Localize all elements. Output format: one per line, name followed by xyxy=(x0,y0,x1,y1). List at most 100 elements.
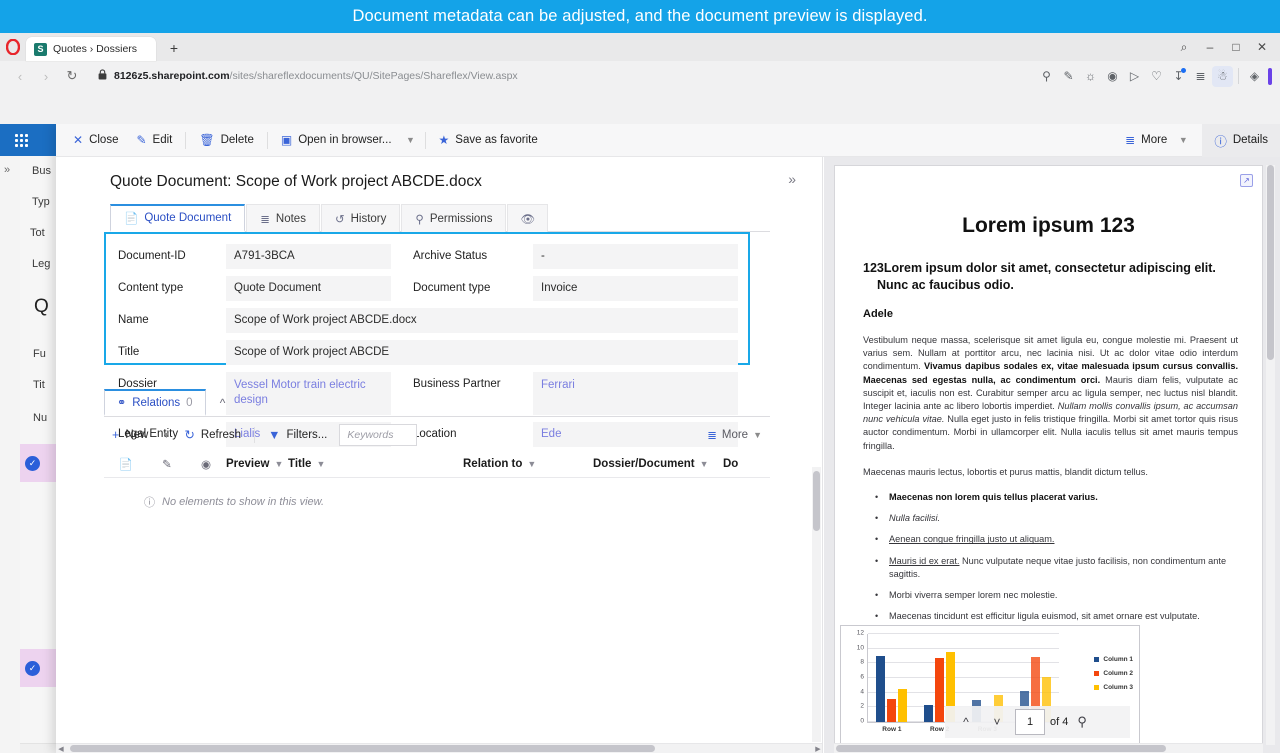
minimize-button[interactable]: – xyxy=(1198,36,1222,58)
selected-check-icon-2: ✓ xyxy=(25,661,40,676)
close-window-button[interactable]: ✕ xyxy=(1250,36,1274,58)
dossier-value[interactable]: Vessel Motor train electric design xyxy=(226,372,391,415)
details-toggle-button[interactable]: ⓘ Details xyxy=(1202,124,1280,157)
shield-icon[interactable]: ◉ xyxy=(1102,66,1123,87)
column-preview[interactable]: Preview ▼ xyxy=(226,458,288,470)
background-label-0: Bus xyxy=(32,165,51,177)
column-relation-to-label: Relation to xyxy=(463,457,523,470)
browser-tabstrip: S Quotes › Dossiers + ⌕ – □ ✕ xyxy=(0,33,1280,61)
form-hscrollbar[interactable]: ◀ ▶ xyxy=(56,743,822,753)
browser-window: S Quotes › Dossiers + ⌕ – □ ✕ ‹ › ↻ 8126… xyxy=(0,33,1280,753)
new-relation-caret-icon[interactable]: ▼ xyxy=(156,423,176,447)
save-as-favorite-command[interactable]: ★ Save as favorite xyxy=(430,128,547,153)
open-in-browser-caret-icon[interactable]: ▼ xyxy=(401,128,421,153)
tab-relations[interactable]: ⚭ Relations 0 xyxy=(104,389,206,416)
browser-tab[interactable]: S Quotes › Dossiers xyxy=(26,37,156,61)
zoom-in-icon[interactable]: ⚲ xyxy=(1077,714,1087,730)
maximize-button[interactable]: □ xyxy=(1224,36,1248,58)
refresh-button[interactable]: ↻ Refresh xyxy=(176,423,249,447)
legend-swatch-0 xyxy=(1094,657,1100,662)
window-controls: ⌕ – □ ✕ xyxy=(1172,36,1274,58)
name-value[interactable]: Scope of Work project ABCDE.docx xyxy=(226,308,738,333)
delete-command[interactable]: 🗑 Delete xyxy=(190,128,262,153)
background-label-6: Nu xyxy=(33,412,48,424)
preview-subheading: 123Lorem ipsum dolor sit amet, consectet… xyxy=(863,261,1216,292)
search-icon[interactable]: ⚲ xyxy=(1036,66,1057,87)
expand-rail-icon[interactable]: » xyxy=(4,164,10,176)
bar-group-row-1: Row 1 xyxy=(868,634,916,733)
list-item: Maecenas tincidunt est efficitur ligula … xyxy=(875,610,1238,623)
new-tab-button[interactable]: + xyxy=(163,37,185,59)
background-label-3: Leg xyxy=(32,258,51,270)
document-id-value[interactable]: A791-3BCA xyxy=(226,244,391,269)
more-lines-icon-2: ≣ xyxy=(707,429,717,442)
tab-permissions-label: Permissions xyxy=(429,212,493,225)
list-icon[interactable]: ≣ xyxy=(1190,66,1211,87)
ytick-4: 4 xyxy=(860,688,864,696)
title-value[interactable]: Scope of Work project ABCDE xyxy=(226,340,738,365)
camera-icon[interactable]: ☼ xyxy=(1080,66,1101,87)
hscroll-left-arrow-icon[interactable]: ◀ xyxy=(56,745,66,753)
filters-label: Filters... xyxy=(286,428,328,441)
column-do[interactable]: Do xyxy=(723,458,738,470)
workspaces-icon[interactable]: ◈ xyxy=(1244,66,1265,87)
column-title[interactable]: Title ▼ xyxy=(288,458,463,470)
app-launcher-button[interactable] xyxy=(0,124,42,156)
list-item: Mauris id ex erat. Nunc vulputate neque … xyxy=(875,555,1238,581)
chevron-down-icon-title: ▼ xyxy=(316,458,326,469)
hscroll-right-arrow-icon[interactable]: ▶ xyxy=(813,745,822,753)
bar-s3-c0 xyxy=(898,689,908,722)
heart-icon[interactable]: ♡ xyxy=(1146,66,1167,87)
chevron-up-icon[interactable]: ^ xyxy=(953,710,979,734)
forward-button[interactable]: › xyxy=(34,64,58,88)
collapse-panel-icon[interactable]: » xyxy=(788,171,796,187)
preview-hscrollbar[interactable] xyxy=(834,743,1263,753)
more-command[interactable]: ≣ More ▼ xyxy=(1116,128,1202,153)
close-icon: ✕ xyxy=(73,133,84,147)
preview-vscrollbar[interactable] xyxy=(1266,165,1275,745)
relations-toolbar: + New ▼ ↻ Refresh ▼ Filters... Keywords xyxy=(104,419,770,450)
close-command[interactable]: ✕ Close xyxy=(64,128,127,153)
relations-vscrollbar[interactable] xyxy=(812,467,821,742)
business-partner-value[interactable]: Ferrari xyxy=(533,372,738,415)
field-row-content-type: Content type Quote Document Document typ… xyxy=(118,276,738,301)
tab-notes[interactable]: ≣ Notes xyxy=(246,204,320,232)
edit-command[interactable]: ✎ Edit xyxy=(127,128,181,153)
pop-out-icon[interactable]: ↗ xyxy=(1240,174,1253,187)
tab-quote-document[interactable]: 📄 Quote Document xyxy=(110,204,246,232)
lock-icon xyxy=(98,69,107,83)
search-window-icon[interactable]: ⌕ xyxy=(1172,36,1196,58)
document-tabs: 📄 Quote Document ≣ Notes ↺ History ⚲ Per… xyxy=(110,204,549,232)
new-relation-button[interactable]: + New xyxy=(104,423,156,447)
relations-collapse-icon[interactable]: ^ xyxy=(206,389,240,416)
column-relation-to[interactable]: Relation to ▼ xyxy=(463,458,593,470)
open-in-browser-command[interactable]: ▣ Open in browser... xyxy=(272,128,401,153)
preview-heading: Lorem ipsum 123 xyxy=(962,214,1135,237)
tab-permissions[interactable]: ⚲ Permissions xyxy=(401,204,507,232)
back-button[interactable]: ‹ xyxy=(8,64,32,88)
keywords-input[interactable]: Keywords xyxy=(339,423,418,446)
address-bar[interactable]: 8126z5.sharepoint.com/sites/shareflexdoc… xyxy=(90,65,1034,87)
content-type-value[interactable]: Quote Document xyxy=(226,276,391,301)
document-id-label: Document-ID xyxy=(118,250,186,262)
downloads-icon[interactable]: ↧ xyxy=(1168,66,1189,87)
tab-history[interactable]: ↺ History xyxy=(320,204,401,232)
archive-status-value[interactable]: - xyxy=(533,244,738,269)
filters-button[interactable]: ▼ Filters... xyxy=(260,423,335,447)
column-dossier-document[interactable]: Dossier/Document ▼ xyxy=(593,458,723,470)
command-divider-2 xyxy=(266,131,268,149)
player-icon[interactable]: ▷ xyxy=(1124,66,1145,87)
page-number-input[interactable]: 1 xyxy=(1015,709,1045,735)
tab-hidden-fields[interactable]: 👁 xyxy=(507,204,549,232)
waffle-icon xyxy=(14,133,28,147)
document-type-value[interactable]: Invoice xyxy=(533,276,738,301)
relations-more-button[interactable]: ≣ More ▼ xyxy=(707,428,770,442)
profile-icon[interactable]: ☃ xyxy=(1212,65,1233,87)
relations-underline xyxy=(104,416,770,417)
screenshot-icon[interactable]: ✎ xyxy=(1058,66,1079,87)
chevron-down-icon[interactable]: ˅ xyxy=(984,710,1010,734)
legend-label-2: Column 3 xyxy=(1103,684,1133,691)
reload-button[interactable]: ↻ xyxy=(60,64,84,88)
background-label-1: Typ xyxy=(32,196,50,208)
bar-s2-c0 xyxy=(887,698,897,722)
